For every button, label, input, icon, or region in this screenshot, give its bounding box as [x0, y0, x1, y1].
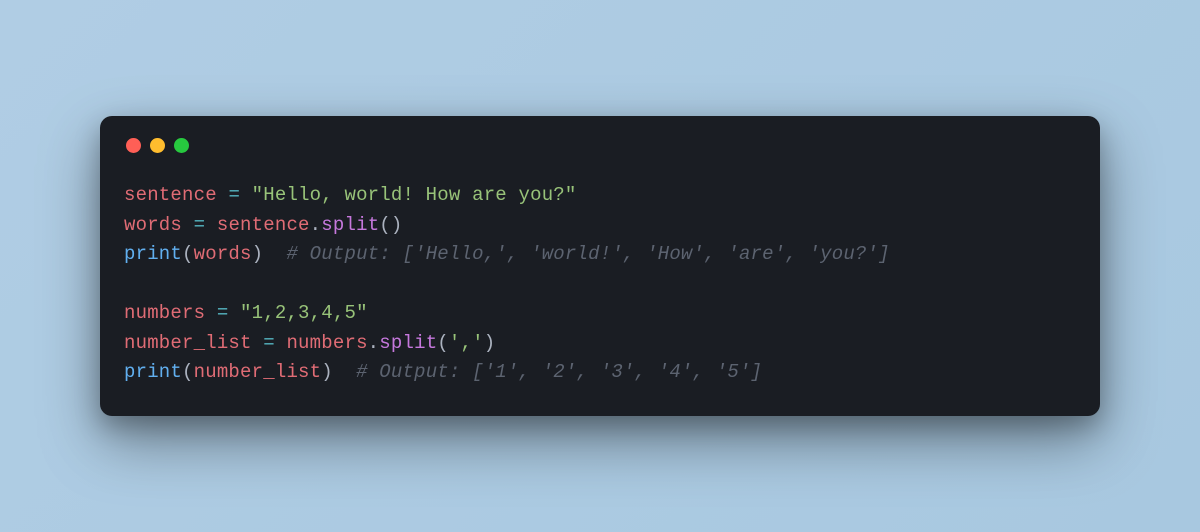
token-punct: )	[484, 332, 496, 354]
token-variable: words	[124, 214, 182, 236]
code-window: sentence = "Hello, world! How are you?" …	[100, 116, 1100, 415]
code-line-3: print(words) # Output: ['Hello,', 'world…	[124, 243, 890, 265]
code-line-7: print(number_list) # Output: ['1', '2', …	[124, 361, 762, 383]
code-line-6: number_list = numbers.split(',')	[124, 332, 495, 354]
maximize-icon[interactable]	[174, 138, 189, 153]
token-punct: .	[368, 332, 380, 354]
token-punct: (	[182, 243, 194, 265]
token-comment: # Output: ['1', '2', '3', '4', '5']	[356, 361, 762, 383]
token-operator: =	[217, 302, 229, 324]
token-punct: )	[252, 243, 264, 265]
token-string: "1,2,3,4,5"	[240, 302, 368, 324]
code-line-5: numbers = "1,2,3,4,5"	[124, 302, 368, 324]
token-operator: =	[263, 332, 275, 354]
code-line-1: sentence = "Hello, world! How are you?"	[124, 184, 577, 206]
window-controls	[126, 138, 1076, 153]
token-variable: sentence	[124, 184, 217, 206]
token-variable: words	[194, 243, 252, 265]
token-method: split	[379, 332, 437, 354]
token-function: print	[124, 361, 182, 383]
token-comment: # Output: ['Hello,', 'world!', 'How', 'a…	[286, 243, 889, 265]
token-variable: numbers	[286, 332, 367, 354]
token-punct: )	[321, 361, 333, 383]
token-variable: sentence	[217, 214, 310, 236]
token-variable: numbers	[124, 302, 205, 324]
token-operator: =	[194, 214, 206, 236]
token-string: ','	[449, 332, 484, 354]
token-method: split	[321, 214, 379, 236]
token-string: "Hello, world! How are you?"	[252, 184, 577, 206]
token-punct: (	[437, 332, 449, 354]
token-function: print	[124, 243, 182, 265]
token-punct: .	[310, 214, 322, 236]
token-operator: =	[228, 184, 240, 206]
token-punct: ()	[379, 214, 402, 236]
token-variable: number_list	[124, 332, 252, 354]
close-icon[interactable]	[126, 138, 141, 153]
code-line-2: words = sentence.split()	[124, 214, 403, 236]
token-punct: (	[182, 361, 194, 383]
token-variable: number_list	[194, 361, 322, 383]
code-block: sentence = "Hello, world! How are you?" …	[124, 181, 1076, 387]
minimize-icon[interactable]	[150, 138, 165, 153]
